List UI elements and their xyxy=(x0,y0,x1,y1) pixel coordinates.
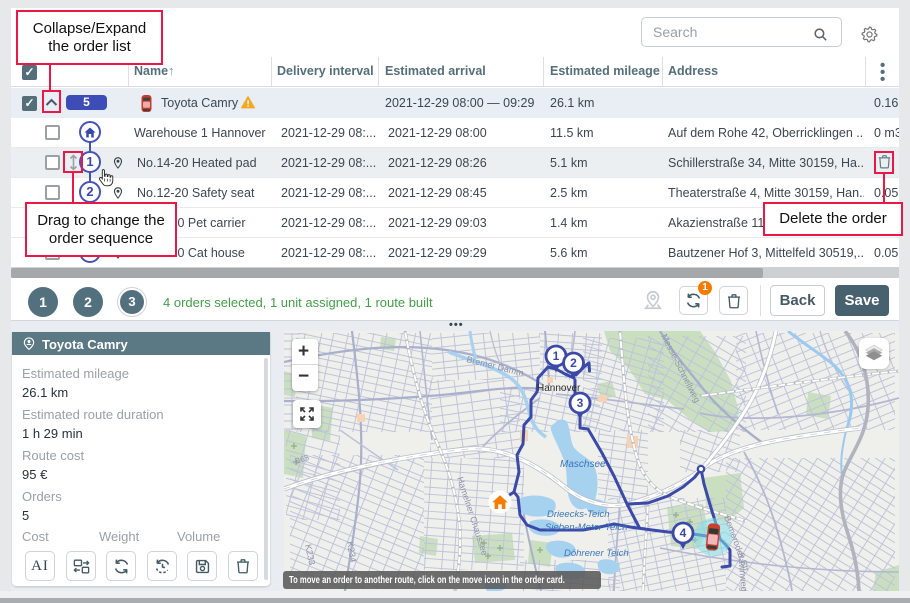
svg-text:3: 3 xyxy=(577,396,584,410)
svg-text:2: 2 xyxy=(570,356,577,370)
svg-text:Hannover: Hannover xyxy=(537,383,581,394)
svg-text:Döhrener Teich: Döhrener Teich xyxy=(564,548,629,559)
svg-text:Maschsee: Maschsee xyxy=(560,459,606,470)
svg-text:Drieecks-Teich: Drieecks-Teich xyxy=(547,509,609,520)
svg-text:1: 1 xyxy=(553,349,560,363)
svg-text:4: 4 xyxy=(680,526,687,540)
svg-text:Sieben-Meter-Teich: Sieben-Meter-Teich xyxy=(545,522,627,533)
